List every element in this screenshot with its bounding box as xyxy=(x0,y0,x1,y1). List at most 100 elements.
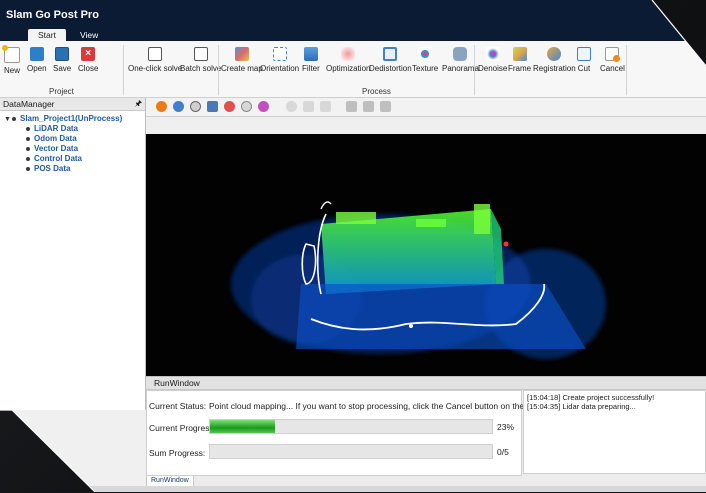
cut-label: Cut xyxy=(577,64,591,73)
run-window-header: RunWindow xyxy=(146,377,706,390)
measure-area-icon[interactable] xyxy=(320,101,331,112)
center-icon[interactable] xyxy=(224,101,235,112)
zoom-out-icon[interactable] xyxy=(173,101,184,112)
view-toolbar xyxy=(146,98,706,117)
log-line: [15:04:35] Lidar data preparing... xyxy=(527,402,636,411)
close-button[interactable]: × Close xyxy=(78,47,98,73)
save-button[interactable]: Save xyxy=(53,47,71,73)
ribbon-separator xyxy=(474,45,475,95)
measure-point-icon[interactable] xyxy=(286,101,297,112)
cut-button[interactable]: Cut xyxy=(577,47,591,73)
tree-project-label: Slam_Project1(UnProcess) xyxy=(20,114,123,123)
frame-button[interactable]: Frame xyxy=(508,47,531,73)
status-bar xyxy=(0,486,706,492)
current-progress-fill xyxy=(210,420,275,433)
current-progress-label: Current Progress: xyxy=(149,423,217,433)
eye-icon[interactable] xyxy=(26,136,30,141)
frame-icon xyxy=(512,47,527,61)
dedistortion-label: Dedistortion xyxy=(369,64,412,73)
tab-start[interactable]: Start xyxy=(28,29,66,41)
filter-button[interactable]: Filter xyxy=(302,47,320,73)
new-label: New xyxy=(4,66,21,75)
tree-item-control[interactable]: Control Data xyxy=(4,154,145,164)
screenshot-icon[interactable] xyxy=(380,101,391,112)
app-window: Slam Go Post Pro Start View New Open Sav… xyxy=(0,0,706,492)
tree-item-label: Odom Data xyxy=(34,134,77,143)
app-title: Slam Go Post Pro xyxy=(6,9,99,21)
cancel-button[interactable]: Cancel xyxy=(600,47,625,73)
point-cloud-viewport[interactable] xyxy=(146,134,706,376)
sum-progress-label: Sum Progress: xyxy=(149,448,206,458)
tree-item-label: Control Data xyxy=(34,154,82,163)
tab-view[interactable]: View xyxy=(70,29,108,41)
optimization-button[interactable]: Optimization xyxy=(326,47,370,73)
open-button[interactable]: Open xyxy=(27,47,47,73)
viewport-header-strip xyxy=(146,117,706,134)
registration-label: Registration xyxy=(533,64,576,73)
open-label: Open xyxy=(27,64,47,73)
ribbon-separator xyxy=(123,45,124,95)
dedistortion-button[interactable]: Dedistortion xyxy=(369,47,412,73)
orientation-label: Orientation xyxy=(260,64,300,73)
close-label: Close xyxy=(78,64,99,73)
tree-item-vector[interactable]: Vector Data xyxy=(4,144,145,154)
run-status-panel: Current Status: Point cloud mapping... I… xyxy=(146,390,555,476)
collapse-icon[interactable]: ▼ xyxy=(4,115,12,125)
denoise-icon xyxy=(485,47,500,61)
eye-icon[interactable] xyxy=(26,166,30,171)
data-manager-title: DataManager xyxy=(3,99,55,109)
cancel-label: Cancel xyxy=(600,64,625,73)
current-progress-bar xyxy=(209,419,493,434)
texture-label: Texture xyxy=(412,64,439,73)
orientation-button[interactable]: Orientation xyxy=(260,47,299,73)
project-tree: ▼ Slam_Project1(UnProcess) LiDAR Data Odo… xyxy=(0,111,145,174)
tree-item-odom[interactable]: Odom Data xyxy=(4,134,145,144)
denoise-button[interactable]: Denoise xyxy=(478,47,507,73)
zoom-in-icon[interactable] xyxy=(156,101,167,112)
batch-solve-label: Batch solve xyxy=(180,64,222,73)
texture-icon xyxy=(418,47,433,61)
tree-item-pos[interactable]: POS Data xyxy=(4,164,145,174)
document-batch-icon xyxy=(193,47,208,61)
new-button[interactable]: New xyxy=(2,45,21,75)
data-manager-panel: DataManager 🖈 ▼ Slam_Project1(UnProcess) … xyxy=(0,98,146,410)
one-click-solve-button[interactable]: One-click solve xyxy=(128,47,182,73)
view-2d-icon[interactable] xyxy=(258,101,269,112)
sum-progress-count: 0/5 xyxy=(497,447,509,457)
log-panel: [15:04:18] Create project successfully! … xyxy=(523,390,706,474)
ribbon-separator xyxy=(626,45,627,95)
cut-icon xyxy=(577,47,591,61)
optimization-label: Optimization xyxy=(326,64,371,73)
tree-item-project[interactable]: ▼ Slam_Project1(UnProcess) xyxy=(4,114,145,124)
tree-item-lidar[interactable]: LiDAR Data xyxy=(4,124,145,134)
eye-icon[interactable] xyxy=(26,126,30,131)
filter-icon xyxy=(303,47,318,61)
save-label: Save xyxy=(53,64,72,73)
tree-item-label: Vector Data xyxy=(34,144,79,153)
close-icon: × xyxy=(81,47,96,61)
texture-button[interactable]: Texture xyxy=(412,47,438,73)
ribbon: New Open Save × Close Project One-click … xyxy=(0,41,706,98)
current-status-text: Point cloud mapping... If you want to st… xyxy=(209,401,555,411)
eye-icon[interactable] xyxy=(26,156,30,161)
optimization-icon xyxy=(341,47,356,61)
pin-icon[interactable]: 🖈 xyxy=(135,98,142,110)
pan-icon[interactable] xyxy=(190,101,201,112)
create-map-button[interactable]: Create map xyxy=(221,47,263,73)
layer-icon[interactable] xyxy=(363,101,374,112)
eye-icon[interactable] xyxy=(12,116,16,121)
map-icon xyxy=(234,47,249,61)
view-3d-icon[interactable] xyxy=(241,101,252,112)
eye-icon[interactable] xyxy=(26,146,30,151)
current-status-label: Current Status: xyxy=(149,401,207,411)
batch-solve-button[interactable]: Batch solve xyxy=(180,47,221,73)
registration-button[interactable]: Registration xyxy=(533,47,576,73)
ribbon-separator xyxy=(218,45,219,95)
tree-item-label: POS Data xyxy=(34,164,71,173)
fit-view-icon[interactable] xyxy=(207,101,218,112)
measure-distance-icon[interactable] xyxy=(303,101,314,112)
clip-icon[interactable] xyxy=(346,101,357,112)
orientation-icon xyxy=(272,47,287,61)
create-map-label: Create map xyxy=(221,64,263,73)
sum-progress-bar xyxy=(209,444,493,459)
